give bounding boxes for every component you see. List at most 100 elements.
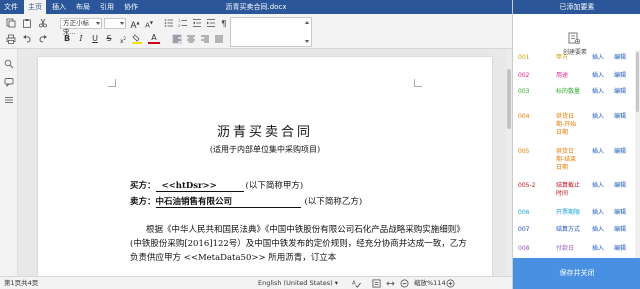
style-gallery[interactable] [230, 17, 312, 47]
strikethrough-button[interactable]: S [104, 34, 114, 44]
insert-link[interactable]: 插入 [592, 54, 604, 62]
element-name: 结算截止时间 [556, 182, 581, 197]
buyer-field[interactable]: <<htDsr>> [155, 181, 244, 192]
zoom-in-icon[interactable] [446, 279, 455, 288]
body-paragraph[interactable]: 根据《中华人民共和国民法典》《中国中铁股份有限公司石化产品战略采购实施细则》(中… [130, 223, 470, 265]
panel-scrollbar[interactable] [635, 50, 640, 258]
menu-tab-references[interactable]: 引用 [96, 0, 118, 14]
italic-button[interactable]: I [76, 34, 86, 44]
element-name: 供货日期-开始日期 [556, 113, 577, 136]
cut-icon[interactable] [38, 18, 48, 28]
paste-icon[interactable] [22, 18, 32, 28]
page-indicator: 第1页共4页 [4, 279, 39, 287]
edit-link[interactable]: 编辑 [614, 72, 626, 80]
insert-link[interactable]: 插入 [592, 245, 604, 253]
search-icon[interactable] [4, 59, 14, 69]
document-page[interactable]: 沥青买卖合同 (适用于内部单位集中采购项目) 买方： <<htDsr>> (以下简称… [38, 57, 492, 276]
language-indicator[interactable]: English (United States) ▾ [258, 277, 338, 289]
scrollbar-thumb[interactable] [507, 69, 511, 129]
track-changes-icon[interactable] [372, 279, 381, 288]
decrease-indent-icon[interactable] [192, 18, 202, 28]
spellcheck-icon[interactable]: A [352, 279, 361, 288]
comment-icon[interactable] [4, 77, 14, 87]
status-bar: 第1页共4页 English (United States) ▾ A 缩放%11… [0, 276, 512, 289]
navigation-icon[interactable] [4, 95, 14, 105]
edit-link[interactable]: 编辑 [614, 209, 626, 217]
edit-link[interactable]: 编辑 [614, 182, 626, 190]
svg-text:A: A [352, 280, 356, 286]
insert-link[interactable]: 插入 [592, 226, 604, 234]
menu-tab-home[interactable]: 主页 [24, 0, 46, 14]
margin-corner [414, 79, 422, 87]
numbered-list-icon[interactable]: 12 [178, 18, 188, 28]
fit-width-icon[interactable] [386, 279, 395, 288]
highlight-color-icon[interactable] [132, 34, 142, 44]
menu-tab-collaborate[interactable]: 协作 [120, 0, 142, 14]
font-color-button[interactable]: A [148, 33, 160, 44]
create-element-icon [568, 32, 580, 44]
insert-link[interactable]: 插入 [592, 88, 604, 96]
save-and-close-button[interactable]: 保存并关闭 [513, 258, 640, 289]
insert-link[interactable]: 插入 [592, 72, 604, 80]
insert-link[interactable]: 插入 [592, 209, 604, 217]
undo-icon[interactable] [22, 34, 32, 44]
edit-link[interactable]: 编辑 [614, 226, 626, 234]
bullet-list-icon[interactable] [164, 18, 174, 28]
insert-link[interactable]: 插入 [592, 113, 604, 121]
document-canvas[interactable]: 沥青买卖合同 (适用于内部单位集中采购项目) 买方： <<htDsr>> (以下简称… [18, 49, 512, 276]
edit-link[interactable]: 编辑 [614, 148, 626, 156]
element-name: 甲方 [556, 54, 569, 61]
element-name: 开票期限 [556, 209, 581, 216]
svg-text:¶: ¶ [221, 20, 227, 29]
grow-font-button[interactable]: A▲ [130, 18, 140, 31]
font-name-select[interactable]: 方正小标宋... [60, 18, 102, 36]
element-id: 005 [518, 148, 530, 155]
redo-icon[interactable] [38, 34, 48, 44]
zoom-level[interactable]: 缩放%114 [414, 277, 446, 289]
copy-icon[interactable] [6, 18, 16, 28]
underline-button[interactable]: U [90, 34, 100, 44]
panel-scrollbar-thumb[interactable] [636, 52, 639, 112]
align-right-icon[interactable] [200, 34, 210, 44]
element-name: 付款日 [556, 245, 575, 252]
document-filename: 沥青买卖合同.docx [225, 3, 287, 11]
elements-panel: 已添加要素 创建要素 001 甲方 插入 编辑 002 用途 插入 编辑 003… [512, 0, 640, 289]
increase-indent-icon[interactable] [206, 18, 216, 28]
element-id: 008 [518, 245, 530, 252]
left-rail [0, 49, 18, 276]
title-menu-bar: 文件 主页 插入 布局 引用 协作 沥青买卖合同.docx [0, 0, 512, 14]
element-name: 标的数量 [556, 88, 581, 95]
insert-link[interactable]: 插入 [592, 148, 604, 156]
buyer-label: 买方： [130, 181, 156, 191]
menu-tab-file[interactable]: 文件 [0, 0, 22, 14]
buyer-suffix: (以下简称甲方) [245, 181, 304, 191]
element-name: 结算方式 [556, 226, 581, 233]
shrink-font-button[interactable]: A▼ [144, 18, 154, 30]
menu-tab-layout[interactable]: 布局 [72, 0, 94, 14]
font-size-select[interactable] [104, 18, 126, 29]
edit-link[interactable]: 编辑 [614, 54, 626, 62]
formatting-toolbar: 方正小标宋... A▲ A▼ 12 ¶ B I U S x2 A [0, 14, 512, 49]
superscript-button[interactable]: x2 [118, 34, 128, 47]
justify-icon[interactable] [214, 34, 224, 44]
element-id: 001 [518, 54, 530, 61]
edit-link[interactable]: 编辑 [614, 88, 626, 96]
seller-line: 卖方：中石油销售有限公司 (以下简称乙方) [130, 195, 362, 208]
print-icon[interactable] [6, 34, 16, 44]
align-left-icon[interactable] [172, 34, 182, 44]
bold-button[interactable]: B [62, 34, 72, 44]
svg-text:2: 2 [178, 24, 180, 28]
menu-tab-insert[interactable]: 插入 [48, 0, 70, 14]
insert-link[interactable]: 插入 [592, 182, 604, 190]
margin-corner [108, 79, 116, 87]
paragraph-mark-icon[interactable]: ¶ [220, 18, 230, 29]
element-id: 006 [518, 209, 530, 216]
seller-field[interactable]: 中石油销售有限公司 [155, 195, 301, 208]
buyer-line: 买方： <<htDsr>> (以下简称甲方) [130, 179, 303, 192]
contract-title: 沥青买卖合同 [216, 125, 313, 140]
create-element-button[interactable]: 创建要素 [513, 14, 640, 56]
edit-link[interactable]: 编辑 [614, 245, 626, 253]
zoom-out-icon[interactable] [400, 279, 409, 288]
edit-link[interactable]: 编辑 [614, 113, 626, 121]
align-center-icon[interactable] [186, 34, 196, 44]
